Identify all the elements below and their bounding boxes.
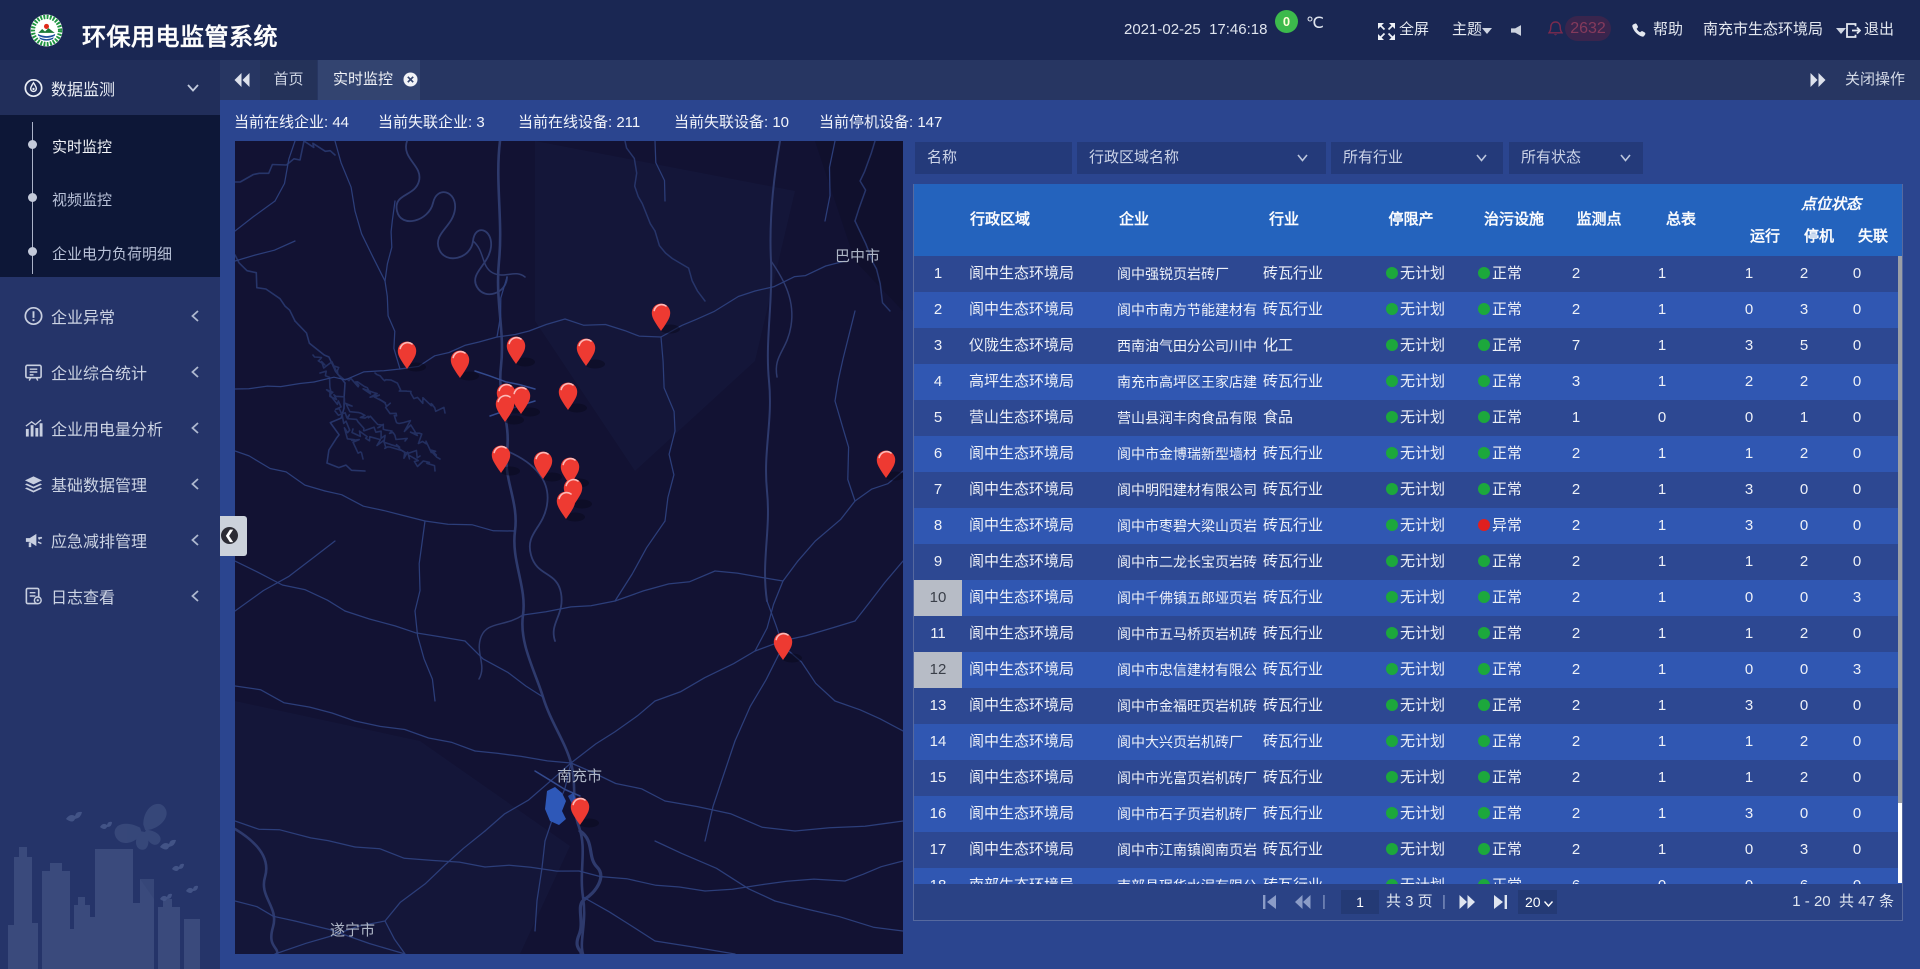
svg-text:遂宁市: 遂宁市 [330, 922, 375, 939]
